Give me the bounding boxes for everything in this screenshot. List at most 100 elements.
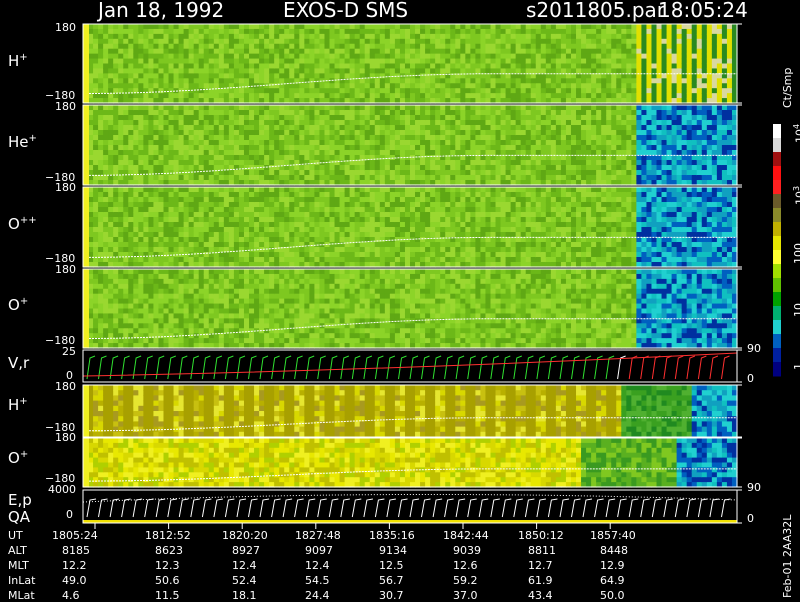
spectrogram-cell <box>143 155 149 161</box>
spectrogram-cell <box>163 232 169 238</box>
spectrogram-cell <box>330 207 336 213</box>
spectrogram-cell <box>410 125 416 131</box>
spectrogram-cell <box>531 64 537 70</box>
spectrogram-cell <box>490 125 496 131</box>
spectrogram-cell <box>470 125 476 131</box>
spectrogram-cell <box>189 237 195 243</box>
spectrogram-cell <box>314 140 320 146</box>
spectrogram-cell <box>405 150 411 156</box>
spectrogram-cell <box>153 130 159 136</box>
spectrogram-cell <box>330 247 336 253</box>
spectrogram-cell <box>204 237 210 243</box>
spectrogram-cell <box>350 44 356 50</box>
spectrogram-cell <box>314 227 320 233</box>
spectrogram-cell <box>128 24 134 30</box>
spectrogram-cell <box>506 135 512 141</box>
spectrogram-cell <box>299 130 305 136</box>
spectrogram-cell <box>611 105 617 111</box>
spectrogram-cell <box>138 175 144 181</box>
spectrogram-cell <box>616 150 622 156</box>
spectrogram-cell <box>455 120 461 126</box>
spectrogram-cell <box>586 175 592 181</box>
spectrogram-cell <box>395 115 401 121</box>
spectrogram-cell <box>294 93 300 99</box>
spectrogram-cell <box>254 73 260 79</box>
spectrogram-cell <box>209 150 215 156</box>
spectrogram-cell <box>113 120 119 126</box>
spectrogram-cell <box>254 54 260 60</box>
spectrogram-cell <box>299 49 305 55</box>
spectrogram-cell <box>651 160 657 166</box>
spectrogram-cell <box>677 39 683 45</box>
spectrogram-cell <box>98 59 104 65</box>
spectrogram-cell <box>345 130 351 136</box>
spectrogram-cell <box>239 64 245 70</box>
spectrogram-cell <box>496 160 502 166</box>
spectrogram-cell <box>174 150 180 156</box>
spectrogram-cell <box>596 165 602 171</box>
spectrogram-cell <box>646 34 652 40</box>
spectrogram-cell <box>380 105 386 111</box>
spectrogram-cell <box>264 24 270 30</box>
spectrogram-cell <box>621 130 627 136</box>
spectrogram-cell <box>606 125 612 131</box>
spectrogram-cell <box>526 170 532 176</box>
spectrogram-cell <box>319 222 325 228</box>
spectrogram-cell <box>506 39 512 45</box>
spectrogram-cell <box>148 197 154 203</box>
spectrogram-cell <box>103 73 109 79</box>
spectrogram-cell <box>511 115 517 121</box>
spectrogram-cell <box>103 120 109 126</box>
spectrogram-cell <box>163 49 169 55</box>
spectrogram-cell <box>174 120 180 126</box>
spectrogram-cell <box>184 110 190 116</box>
spectrogram-cell <box>229 217 235 223</box>
spectrogram-cell <box>707 150 713 156</box>
spectrogram-cell <box>330 105 336 111</box>
spectrogram-cell <box>465 120 471 126</box>
spectrogram-cell <box>692 130 698 136</box>
spectrogram-cell <box>586 125 592 131</box>
spectrogram-cell <box>526 68 532 74</box>
spectrogram-cell <box>123 222 129 228</box>
spectrogram-cell <box>214 135 220 141</box>
spectrogram-cell <box>405 88 411 94</box>
spectrogram-cell <box>722 165 728 171</box>
spectrogram-cell <box>606 54 612 60</box>
spectrogram-cell <box>662 83 668 89</box>
spectrogram-cell <box>410 120 416 126</box>
spectrogram-cell <box>214 217 220 223</box>
spectrogram-cell <box>169 120 175 126</box>
spectrogram-cell <box>470 135 476 141</box>
spectrogram-cell <box>294 135 300 141</box>
spectrogram-cell <box>335 88 341 94</box>
spectrogram-cell <box>309 207 315 213</box>
spectrogram-cell <box>209 93 215 99</box>
spectrogram-cell <box>546 54 552 60</box>
spectrogram-cell <box>269 78 275 84</box>
spectrogram-cell <box>355 44 361 50</box>
spectrogram-cell <box>370 145 376 151</box>
spectrogram-cell <box>158 88 164 94</box>
spectrogram-cell <box>143 54 149 60</box>
spectrogram-cell <box>169 93 175 99</box>
spectrogram-cell <box>480 165 486 171</box>
spectrogram-cell <box>93 59 99 65</box>
spectrogram-cell <box>475 165 481 171</box>
spectrogram-cell <box>229 78 235 84</box>
spectrogram-cell <box>143 227 149 233</box>
spectrogram-cell <box>259 257 265 263</box>
spectrogram-cell <box>284 29 290 35</box>
spectrogram-cell <box>601 170 607 176</box>
spectrogram-cell <box>169 54 175 60</box>
spectrogram-cell <box>712 88 718 94</box>
spectrogram-cell <box>174 73 180 79</box>
spectrogram-cell <box>93 29 99 35</box>
spectrogram-cell <box>204 207 210 213</box>
spectrogram-cell <box>204 64 210 70</box>
spectrogram-cell <box>611 150 617 156</box>
spectrogram-cell <box>103 39 109 45</box>
spectrogram-cell <box>385 175 391 181</box>
spectrogram-cell <box>128 59 134 65</box>
spectrogram-cell <box>98 49 104 55</box>
